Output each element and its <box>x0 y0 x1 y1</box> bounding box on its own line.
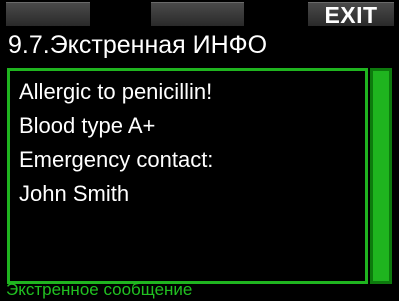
info-line: Allergic to penicillin! <box>19 79 213 104</box>
footer-label: Экстренное сообщение <box>6 280 193 299</box>
softkey-middle-button[interactable] <box>151 2 244 26</box>
emergency-info-panel: Allergic to penicillin! Blood type A+ Em… <box>7 68 395 292</box>
softkey-left-button[interactable] <box>6 2 90 26</box>
scrollbar[interactable] <box>370 68 392 284</box>
info-line: Blood type A+ <box>19 113 156 138</box>
emergency-info-lines: Allergic to penicillin! Blood type A+ Em… <box>19 75 213 211</box>
softkey-bar: EXIT <box>0 0 399 28</box>
info-line: John Smith <box>19 181 130 206</box>
emergency-info-text-box[interactable]: Allergic to penicillin! Blood type A+ Em… <box>7 68 368 284</box>
exit-button[interactable]: EXIT <box>308 2 394 27</box>
info-line: Emergency contact: <box>19 147 214 172</box>
page-title: 9.7.Экстренная ИНФО <box>8 31 268 59</box>
